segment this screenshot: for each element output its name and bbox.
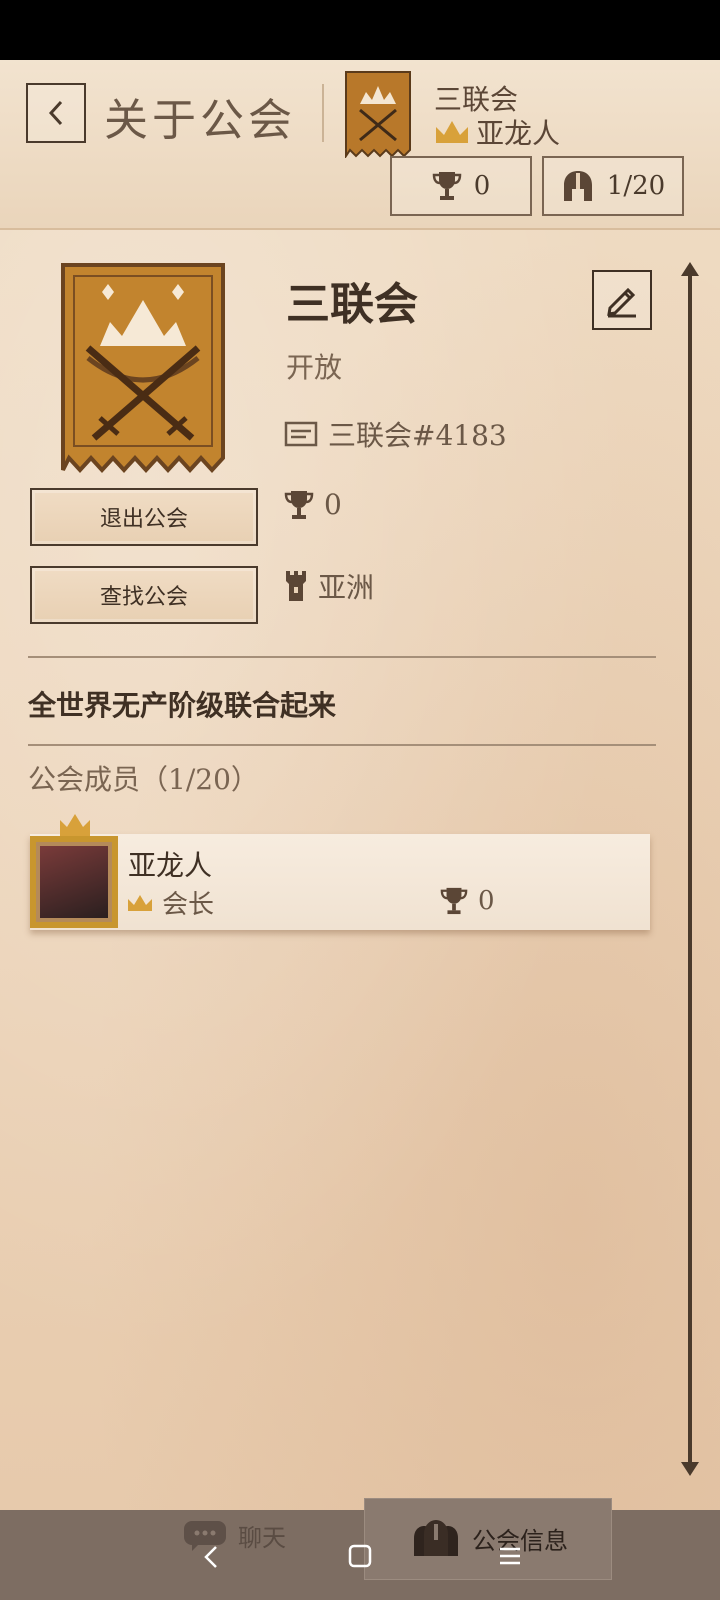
trophy-icon <box>440 887 468 915</box>
guild-tag: 三联会#4183 <box>328 419 507 452</box>
member-row[interactable] <box>30 834 650 930</box>
members-label: 公会成员 <box>28 763 141 796</box>
guild-trophies: 0 <box>324 488 342 521</box>
find-guild-button[interactable]: 查找公会 <box>30 566 258 624</box>
header-leader: 亚龙人 <box>434 112 560 152</box>
id-card-icon <box>284 421 318 447</box>
back-icon <box>48 100 63 126</box>
tab-chat[interactable]: 聊天 <box>182 1518 286 1553</box>
scroll-up-arrow <box>681 262 699 276</box>
trophy-icon <box>432 172 461 200</box>
member-trophy-count: 0 <box>478 886 495 916</box>
guild-name: 三联会 <box>286 279 418 330</box>
status-bar <box>0 0 720 60</box>
guild-status: 开放 <box>286 351 343 384</box>
crown-icon <box>128 894 152 911</box>
back-button[interactable] <box>26 83 86 143</box>
nav-home-icon[interactable] <box>348 1544 372 1568</box>
crown-icon <box>436 121 468 143</box>
trophy-count: 0 <box>473 171 491 201</box>
tab-chat-label: 聊天 <box>238 1524 286 1552</box>
page-title: 关于公会 <box>104 95 296 146</box>
guild-trophy-row: 0 <box>284 488 342 521</box>
members-count: （1/20） <box>140 763 259 796</box>
divider <box>28 656 656 658</box>
nav-recents-icon[interactable] <box>498 1544 522 1568</box>
header-divider <box>322 84 324 142</box>
member-count: 1/20 <box>606 171 666 201</box>
avatar-image <box>40 846 108 918</box>
member-role-label: 会长 <box>162 890 215 920</box>
crown-icon <box>60 814 90 836</box>
guild-motto: 全世界无产阶级联合起来 <box>28 689 337 722</box>
guild-region: 亚洲 <box>318 571 375 604</box>
guild-icon <box>414 1520 458 1556</box>
divider <box>28 744 656 746</box>
member-role: 会长 <box>126 884 214 921</box>
edit-button[interactable] <box>592 270 652 330</box>
members-header: 公会成员（1/20） <box>28 758 259 798</box>
helmet-icon <box>563 171 592 201</box>
tab-guild-info[interactable]: 公会信息 <box>410 1518 568 1558</box>
edit-icon <box>607 287 636 318</box>
guild-tag-row: 三联会#4183 <box>284 414 507 454</box>
scrollbar[interactable] <box>688 270 692 1466</box>
avatar <box>30 836 118 928</box>
guild-emblem <box>61 263 225 473</box>
member-trophy: 0 <box>440 886 495 916</box>
guild-emblem-small <box>345 71 411 158</box>
member-stat: 1/20 <box>542 156 684 216</box>
scroll-down-arrow <box>681 1462 699 1476</box>
trophy-stat: 0 <box>390 156 532 216</box>
member-name: 亚龙人 <box>128 849 213 882</box>
nav-back-icon[interactable] <box>202 1544 220 1570</box>
trophy-icon <box>284 490 314 519</box>
tower-icon <box>286 571 306 601</box>
leave-guild-button[interactable]: 退出公会 <box>30 488 258 546</box>
header-leader-name: 亚龙人 <box>476 117 561 150</box>
guild-region-row: 亚洲 <box>284 566 374 606</box>
